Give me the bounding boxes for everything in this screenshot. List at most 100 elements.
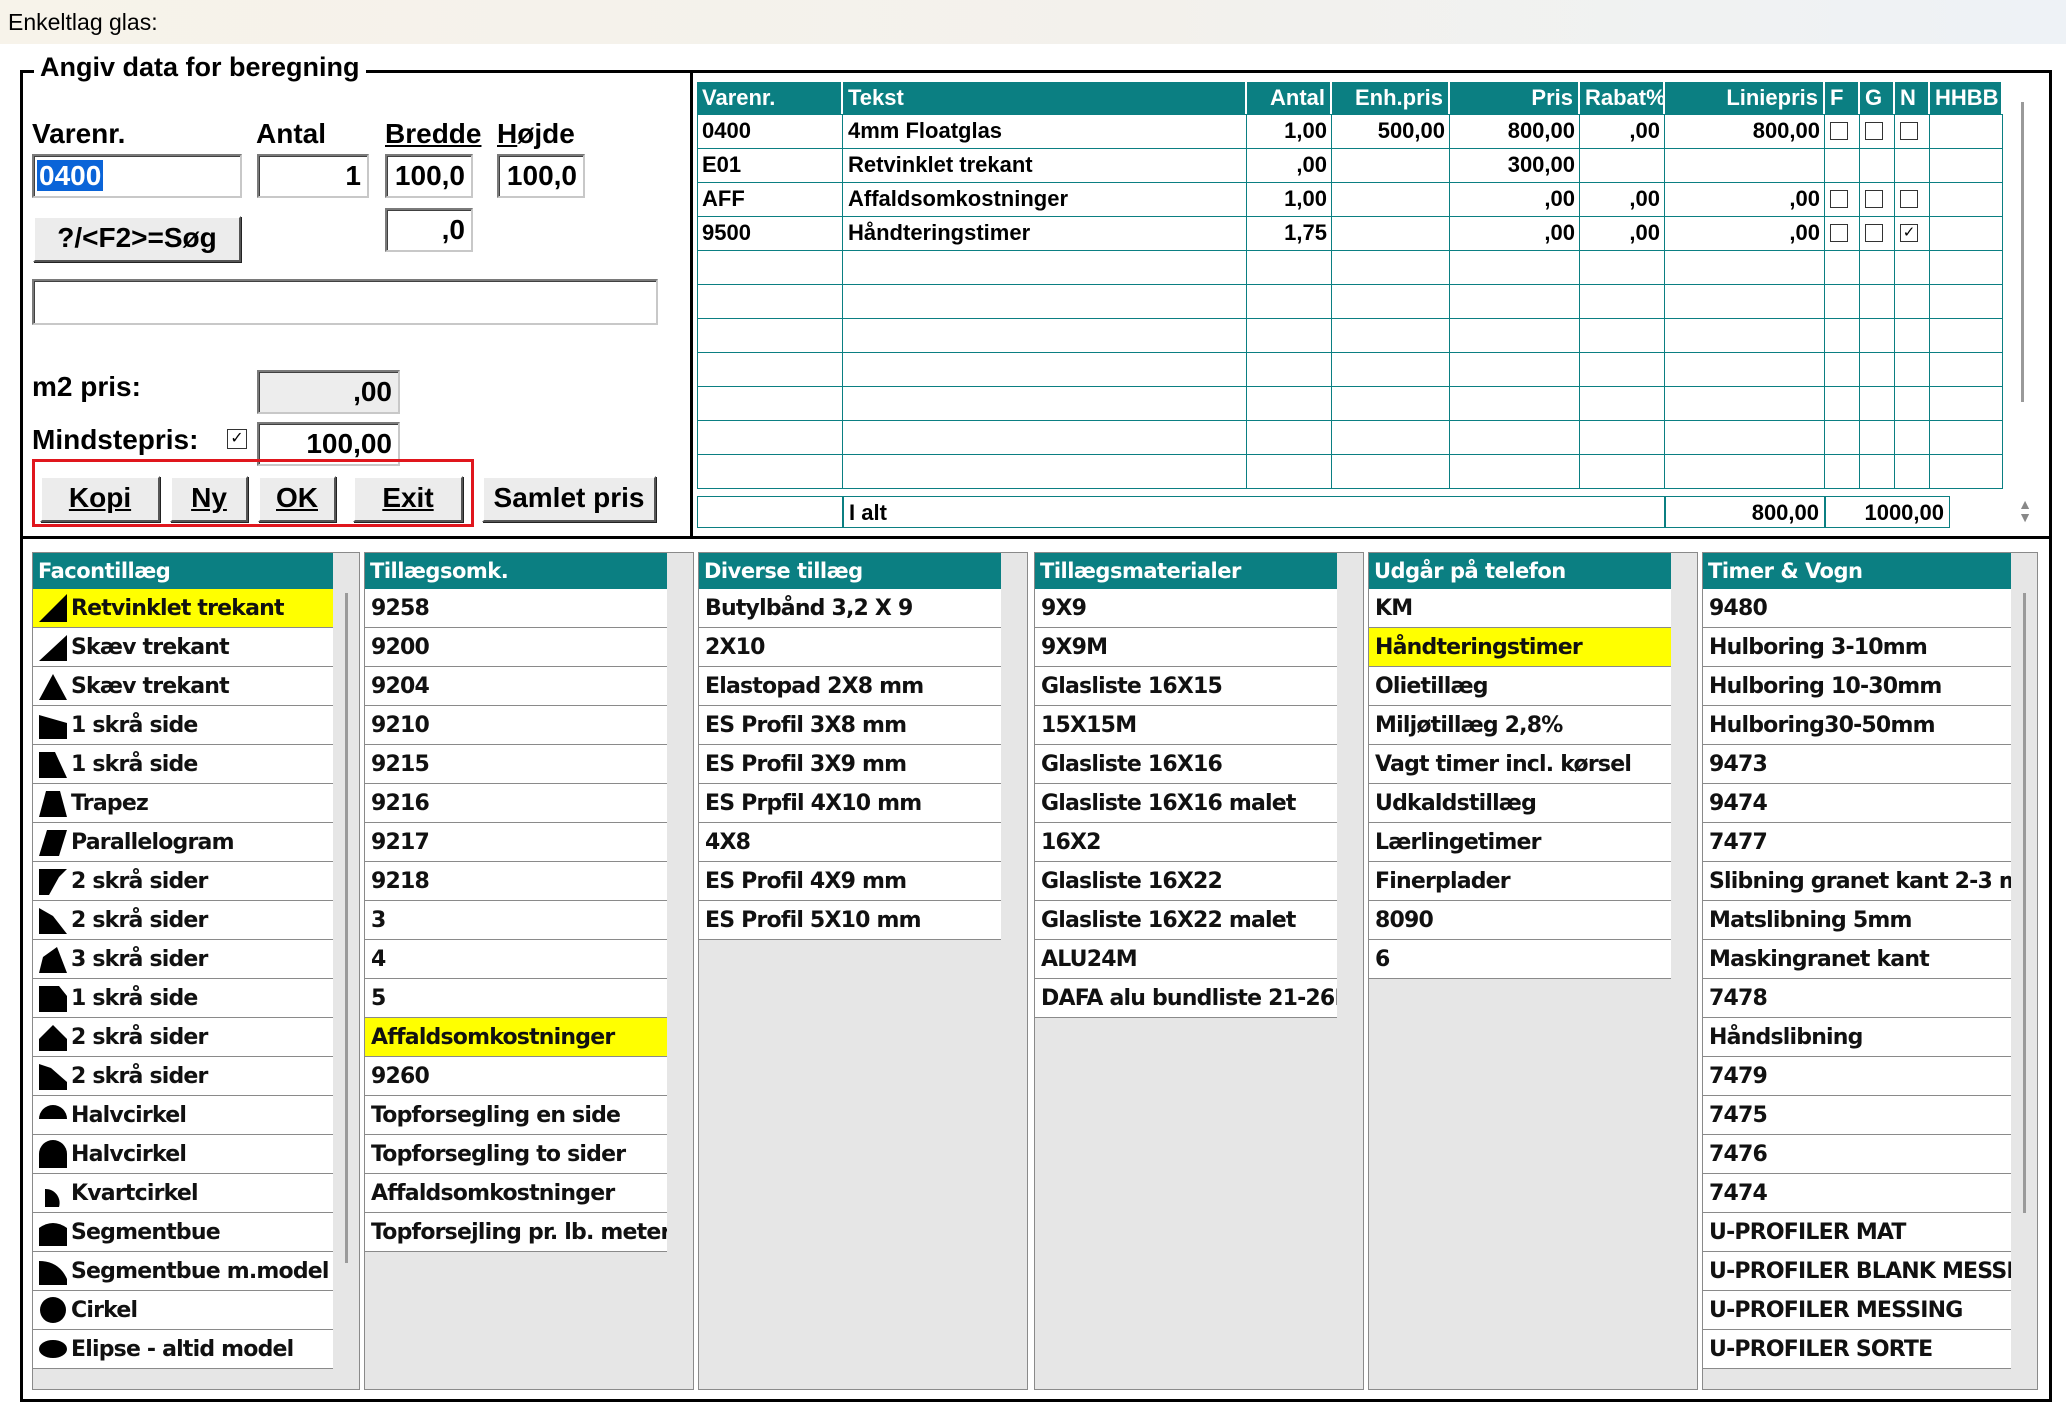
grid-cell-rabat[interactable]: ,00 [1580,217,1665,249]
grid-header-rabat[interactable]: Rabat% [1580,82,1665,114]
list-item[interactable]: 9260 [365,1057,667,1096]
list-item[interactable]: 9X9M [1035,628,1337,667]
list-item[interactable]: Maskingranet kant [1703,940,2011,979]
grid-cell-varenr[interactable]: E01 [697,149,843,181]
list-item[interactable]: 9217 [365,823,667,862]
list-item[interactable]: DAFA alu bundliste 21-26M [1035,979,1337,1018]
list-item[interactable]: 7476 [1703,1135,2011,1174]
grid-cell-enhpris[interactable] [1332,217,1450,249]
list-item[interactable]: Glasliste 16X16 malet [1035,784,1337,823]
list-item[interactable]: Glasliste 16X15 [1035,667,1337,706]
list-item[interactable]: Skæv trekant [33,667,333,706]
list-item[interactable]: Topforsegling to sider [365,1135,667,1174]
list-item[interactable]: 7478 [1703,979,2011,1018]
bredde-input[interactable]: 100,0 [385,154,473,198]
antal-input[interactable]: 1 [257,154,369,198]
list-item[interactable]: 6 [1369,940,1671,979]
list-item[interactable]: Matslibning 5mm [1703,901,2011,940]
list-item[interactable]: 8090 [1369,901,1671,940]
grid-cell-pris[interactable]: ,00 [1450,217,1580,249]
list-item[interactable]: Affaldsomkostninger [365,1018,667,1057]
list-item[interactable]: U-PROFILER MESSING [1703,1291,2011,1330]
list-item[interactable]: 15X15M [1035,706,1337,745]
grid-cell-varenr[interactable]: AFF [697,183,843,215]
grid-cell-enhpris[interactable]: 500,00 [1332,115,1450,147]
list-item[interactable]: Glasliste 16X16 [1035,745,1337,784]
list-item[interactable]: Slibning granet kant 2-3 mm [1703,862,2011,901]
grid-header-varenr[interactable]: Varenr. [697,82,843,114]
list-item[interactable]: 4 [365,940,667,979]
list-item[interactable]: Håndslibning [1703,1018,2011,1057]
list-1[interactable]: Facontillæg Retvinklet trekant Skæv trekan… [32,552,360,1390]
list-item[interactable]: 9210 [365,706,667,745]
list-item[interactable]: KM [1369,589,1671,628]
list-item[interactable]: Miljøtillæg 2,8% [1369,706,1671,745]
grid-header-liniepris[interactable]: Liniepris [1665,82,1825,114]
footer-spin-icon[interactable]: ▲ ▼ [2015,497,2035,526]
grid-cell-tekst[interactable]: Affaldsomkostninger [843,183,1247,215]
list-item[interactable]: Halvcirkel [33,1135,333,1174]
list-item[interactable]: Affaldsomkostninger [365,1174,667,1213]
grid-header-n[interactable]: N [1895,82,1930,114]
grid-header-hhbb[interactable]: HHBB [1930,82,2003,114]
grid-checkbox-f[interactable] [1830,190,1848,208]
list-item[interactable]: ES Profil 3X9 mm [699,745,1001,784]
list-item[interactable]: 9200 [365,628,667,667]
grid-cell-liniepris[interactable] [1665,149,1825,181]
grid-checkbox-n[interactable] [1900,122,1918,140]
list-item[interactable]: 3 [365,901,667,940]
list-item[interactable]: Vagt timer incl. kørsel [1369,745,1671,784]
list-item[interactable]: Glasliste 16X22 [1035,862,1337,901]
list-item[interactable]: Butylbånd 3,2 X 9 [699,589,1001,628]
grid-cell-liniepris[interactable]: 800,00 [1665,115,1825,147]
grid-header-enhpris[interactable]: Enh.pris [1332,82,1450,114]
list-item[interactable]: 5 [365,979,667,1018]
list-item[interactable]: ALU24M [1035,940,1337,979]
list-item[interactable]: Hulboring 3-10mm [1703,628,2011,667]
list-item[interactable]: Topforsejling pr. lb. meter [365,1213,667,1252]
list-item[interactable]: 7477 [1703,823,2011,862]
list-item[interactable]: 2 skrå sider [33,1057,333,1096]
list-item[interactable]: ES Prpfil 4X10 mm [699,784,1001,823]
extra-input[interactable]: ,0 [385,208,473,252]
list-item[interactable]: 9204 [365,667,667,706]
samlet-pris-button[interactable]: Samlet pris [482,476,656,522]
list-item[interactable]: Elipse - altid model [33,1330,333,1369]
grid-header-f[interactable]: F [1825,82,1860,114]
list-item[interactable]: Cirkel [33,1291,333,1330]
grid-checkbox-f[interactable] [1830,224,1848,242]
list-4[interactable]: Tillægsmaterialer 9X9 9X9M Glasliste 16X15 1… [1034,552,1364,1390]
list-item[interactable]: Hulboring 10-30mm [1703,667,2011,706]
list-item[interactable]: 4X8 [699,823,1001,862]
grid-checkbox-g[interactable] [1865,122,1883,140]
grid-cell-liniepris[interactable]: ,00 [1665,183,1825,215]
list-item[interactable]: Segmentbue [33,1213,333,1252]
list-item[interactable]: ES Profil 5X10 mm [699,901,1001,940]
list-item[interactable]: 9218 [365,862,667,901]
list-item[interactable]: 9215 [365,745,667,784]
list-item[interactable]: 9X9 [1035,589,1337,628]
list-item[interactable]: Kvartcirkel [33,1174,333,1213]
grid-cell-rabat[interactable] [1580,149,1665,181]
list-item[interactable]: 1 skrå side [33,745,333,784]
list-3[interactable]: Diverse tillæg Butylbånd 3,2 X 9 2X10 Elast… [698,552,1028,1390]
search-button[interactable]: ?/<F2>=Søg [33,216,241,262]
list-item[interactable]: Skæv trekant [33,628,333,667]
list-item[interactable]: 2X10 [699,628,1001,667]
mindstepris-checkbox[interactable]: ✓ [227,429,247,449]
list-item[interactable]: Finerplader [1369,862,1671,901]
grid-cell-pris[interactable]: 800,00 [1450,115,1580,147]
grid-cell-pris[interactable]: ,00 [1450,183,1580,215]
list-5[interactable]: Udgår på telefon KM Håndteringstimer Olieti… [1368,552,1698,1390]
list-item[interactable]: 2 skrå sider [33,901,333,940]
list-item[interactable]: 7475 [1703,1096,2011,1135]
list-item[interactable]: U-PROFILER SORTE [1703,1330,2011,1369]
grid-checkbox-g[interactable] [1865,190,1883,208]
grid-cell-varenr[interactable]: 9500 [697,217,843,249]
list-item[interactable]: 7474 [1703,1174,2011,1213]
list-item[interactable]: Topforsegling en side [365,1096,667,1135]
list-item[interactable]: U-PROFILER BLANK MESSING [1703,1252,2011,1291]
hojde-input[interactable]: 100,0 [497,154,585,198]
grid-cell-pris[interactable]: 300,00 [1450,149,1580,181]
grid-cell-antal[interactable]: ,00 [1247,149,1332,181]
